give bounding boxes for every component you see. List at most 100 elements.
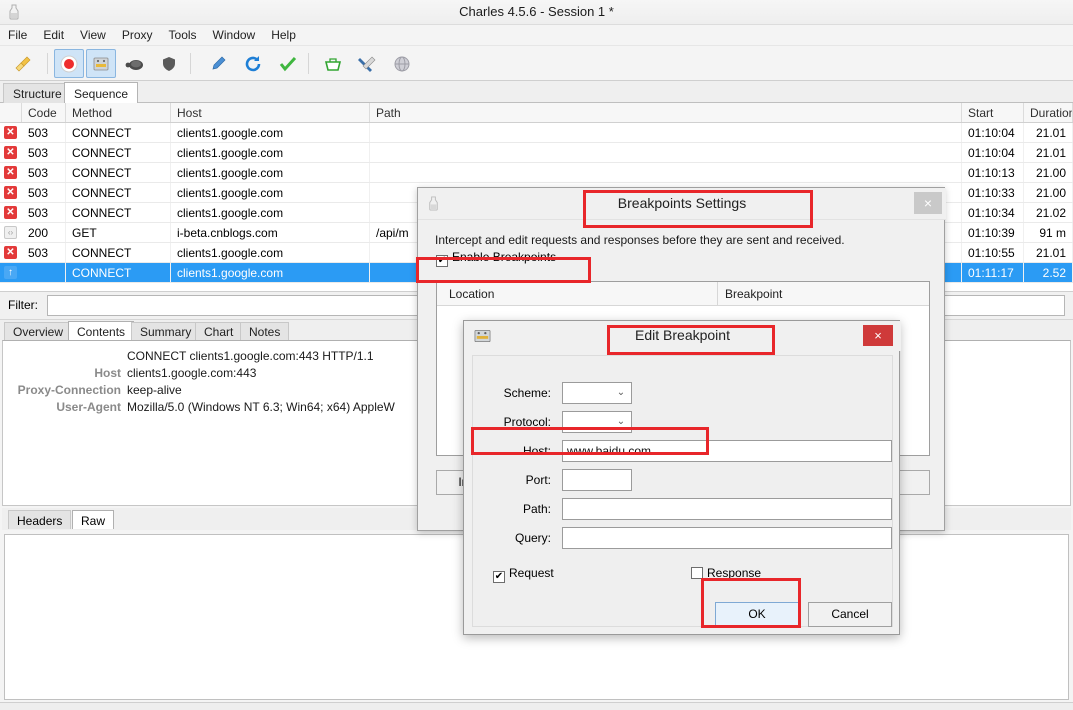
cancel-button[interactable]: Cancel: [808, 602, 892, 627]
request-checkbox[interactable]: ✔ Request: [493, 566, 554, 583]
record-button[interactable]: [54, 49, 84, 78]
wrench-icon: [358, 56, 376, 72]
session-tabs: Structure Sequence: [0, 81, 1073, 103]
dns-spoofing-button[interactable]: [318, 49, 348, 78]
cell-method: CONNECT: [66, 243, 171, 262]
breakpoints-dialog-title: Breakpoints Settings: [617, 195, 747, 211]
field-row-protocol: Protocol: ⌄: [487, 411, 887, 435]
field-row-port: Port:: [487, 469, 887, 493]
compose-button[interactable]: [203, 49, 233, 78]
tab-raw[interactable]: Raw: [72, 510, 115, 529]
cell-path: [370, 163, 962, 182]
port-input[interactable]: [563, 470, 631, 490]
clear-session-button[interactable]: [8, 49, 38, 78]
cell-duration: 21.02: [1024, 203, 1073, 222]
breakpoints-button[interactable]: [86, 49, 116, 78]
tab-notes[interactable]: Notes: [240, 322, 290, 340]
path-input[interactable]: [563, 499, 891, 519]
cell-host: clients1.google.com: [171, 183, 370, 202]
scheme-label: Scheme:: [503, 386, 551, 400]
menu-edit[interactable]: Edit: [35, 25, 72, 44]
breakpoints-list-header: Location Breakpoint: [437, 282, 929, 306]
menu-view[interactable]: View: [72, 25, 114, 44]
header-value: keep-alive: [127, 383, 182, 397]
request-checkbox-box[interactable]: ✔: [493, 571, 505, 583]
bp-column-location[interactable]: Location: [449, 287, 494, 301]
enable-breakpoints-box[interactable]: ✔: [436, 255, 448, 267]
cell-start: 01:11:17: [962, 263, 1024, 282]
error-icon: ✕: [4, 146, 18, 160]
repeat-button[interactable]: [238, 49, 268, 78]
tab-headers[interactable]: Headers: [8, 510, 72, 529]
cell-start: 01:10:13: [962, 163, 1024, 182]
tab-overview[interactable]: Overview: [4, 322, 73, 340]
validate-button[interactable]: [273, 49, 303, 78]
cell-start: 01:10:33: [962, 183, 1024, 202]
response-checkbox-box[interactable]: [691, 567, 703, 579]
menu-proxy[interactable]: Proxy: [114, 25, 161, 44]
cell-start: 01:10:34: [962, 203, 1024, 222]
header-value: Mozilla/5.0 (Windows NT 6.3; Win64; x64)…: [127, 400, 395, 414]
query-input[interactable]: [563, 528, 891, 548]
pending-arrow-icon: ↑: [4, 266, 18, 280]
tab-sequence[interactable]: Sequence: [64, 82, 139, 103]
tab-summary[interactable]: Summary: [131, 322, 201, 340]
menu-window[interactable]: Window: [205, 25, 264, 44]
menu-tools[interactable]: Tools: [161, 25, 205, 44]
enable-breakpoints-checkbox[interactable]: ✔ Enable Breakpoints: [436, 250, 556, 272]
port-label: Port:: [525, 473, 551, 487]
column-duration[interactable]: Duration: [1024, 103, 1073, 122]
cell-duration: 21.00: [1024, 183, 1073, 202]
error-icon: ✕: [4, 166, 18, 180]
tools-button[interactable]: [352, 49, 382, 78]
cell-path: [370, 123, 962, 142]
ssl-proxying-button[interactable]: [154, 49, 184, 78]
tab-contents[interactable]: Contents: [68, 321, 135, 340]
column-start[interactable]: Start: [962, 103, 1024, 122]
table-row[interactable]: ✕ 503 CONNECT clients1.google.com 01:10:04 21…: [0, 123, 1073, 143]
cell-method: CONNECT: [66, 143, 171, 162]
close-icon[interactable]: ×: [863, 325, 893, 346]
menu-help[interactable]: Help: [263, 25, 304, 44]
field-row-host: Host:: [487, 440, 892, 464]
menu-file[interactable]: File: [0, 25, 35, 44]
tab-chart[interactable]: Chart: [195, 322, 243, 340]
bp-column-breakpoint[interactable]: Breakpoint: [725, 287, 782, 301]
cell-code: 503: [22, 203, 66, 222]
field-row-path: Path:: [487, 498, 892, 522]
chevron-down-icon: ⌄: [616, 387, 626, 398]
port-field-wrap[interactable]: [562, 469, 632, 491]
cell-host: clients1.google.com: [171, 243, 370, 262]
query-field-wrap[interactable]: [562, 527, 892, 549]
tab-structure[interactable]: Structure: [3, 83, 72, 103]
table-row[interactable]: ✕ 503 CONNECT clients1.google.com 01:10:04 21…: [0, 143, 1073, 163]
column-code[interactable]: Code: [22, 103, 66, 122]
header-key: Host: [94, 366, 121, 380]
cell-code: 200: [22, 223, 66, 242]
throttling-button[interactable]: [120, 49, 150, 78]
column-status[interactable]: [0, 103, 22, 122]
host-input[interactable]: [563, 441, 891, 461]
scheme-select[interactable]: ⌄: [562, 382, 632, 404]
cell-host: i-beta.cnblogs.com: [171, 223, 370, 242]
map-remote-button[interactable]: [387, 49, 417, 78]
refresh-icon: [245, 55, 261, 71]
ok-button[interactable]: OK: [715, 602, 799, 627]
protocol-select[interactable]: ⌄: [562, 411, 632, 433]
turtle-icon: [125, 59, 143, 70]
query-label: Query:: [514, 531, 551, 545]
cell-code: 503: [22, 243, 66, 262]
close-icon[interactable]: ×: [914, 192, 942, 214]
cell-duration: 21.01: [1024, 123, 1073, 142]
header-key: Proxy-Connection: [17, 383, 121, 397]
path-field-wrap[interactable]: [562, 498, 892, 520]
column-path[interactable]: Path: [370, 103, 962, 122]
cell-code: 503: [22, 163, 66, 182]
column-method[interactable]: Method: [66, 103, 171, 122]
table-row[interactable]: ✕ 503 CONNECT clients1.google.com 01:10:13 21…: [0, 163, 1073, 183]
path-label: Path:: [522, 502, 551, 516]
host-field-wrap[interactable]: [562, 440, 892, 462]
cell-duration: 2.52: [1024, 263, 1073, 282]
response-checkbox[interactable]: Response: [691, 566, 761, 580]
column-host[interactable]: Host: [171, 103, 370, 122]
